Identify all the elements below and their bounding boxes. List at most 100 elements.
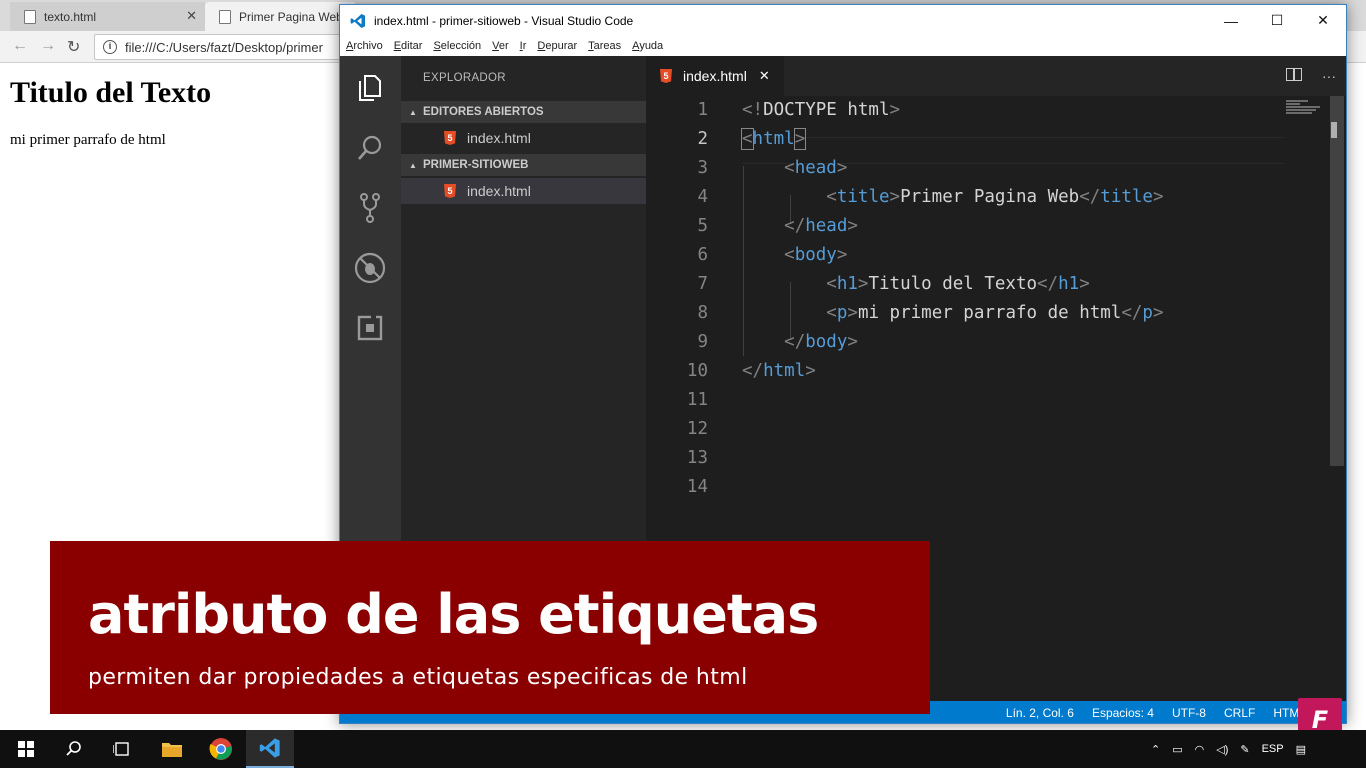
chevron-up-icon[interactable]: ⌃ [1151,743,1160,756]
browser-tab-texto[interactable]: texto.html ✕ [10,2,205,31]
system-tray: ⌃ ▭ ◠ ◁) ✎ ESP ▤ [1151,730,1366,768]
explorer-title: EXPLORADOR [423,72,506,84]
editor-tab-index-html[interactable]: 5 index.html ✕ [646,56,784,96]
line-number: 7 [697,274,708,294]
code-token: h1 [836,274,858,294]
vscode-titlebar: index.html - primer-sitioweb - Visual St… [340,5,1346,36]
section-label: PRIMER-SITIOWEB [423,159,529,171]
menu-seleccion[interactable]: Selección [433,40,481,52]
minimize-icon[interactable]: — [1208,5,1254,36]
code-token: Titulo del Texto [868,274,1038,294]
code-token: head [794,158,837,178]
close-window-icon[interactable]: ✕ [1300,5,1346,36]
maximize-icon[interactable]: ☐ [1254,5,1300,36]
code-token: p [1142,303,1153,323]
line-number: 11 [686,390,708,410]
page-paragraph: mi primer parrafo de html [10,132,166,148]
line-number: 12 [686,419,708,439]
page-icon [219,9,231,24]
open-editor-index-html[interactable]: 5 index.html [401,125,646,151]
line-number: 4 [697,187,708,207]
eol-status[interactable]: CRLF [1224,706,1255,720]
close-tab-icon[interactable]: ✕ [186,8,197,24]
menu-depurar[interactable]: Depurar [537,40,577,52]
pen-icon[interactable]: ✎ [1240,743,1249,756]
encoding-status[interactable]: UTF-8 [1172,706,1206,720]
debug-icon[interactable] [354,252,386,284]
vertical-scrollbar[interactable] [1330,96,1344,466]
file-index-html[interactable]: 5 index.html [401,178,646,204]
back-arrow-icon[interactable]: ← [12,37,28,55]
input-language[interactable]: ESP [1262,743,1284,755]
start-windows-icon[interactable] [2,730,50,768]
html5-icon: 5 [444,131,456,145]
code-line: <p>mi primer parrafo de html</p> [826,303,1164,323]
code-token: head [805,216,848,236]
code-token: html [763,361,806,381]
more-actions-icon[interactable]: ··· [1322,68,1336,84]
code-line: <body> [784,245,848,265]
minimap[interactable] [1286,100,1326,118]
tab-label: Primer Pagina Web [239,9,343,24]
code-token: html [752,129,795,149]
code-token: DOCTYPE html [763,100,890,120]
cursor-position[interactable]: Lín. 2, Col. 6 [1006,706,1074,720]
close-tab-icon[interactable]: ✕ [759,68,770,84]
code-line: <title>Primer Pagina Web</title> [826,187,1164,207]
editor-tab-label: index.html [683,68,747,84]
collapse-triangle-icon: ▲ [409,160,417,170]
file-explorer-icon[interactable] [148,730,196,768]
code-token: p [836,303,848,323]
menu-editar[interactable]: Editar [394,40,423,52]
code-token: h1 [1058,274,1080,294]
split-editor-icon[interactable] [1286,68,1302,81]
overlay-subtitle: permiten dar propiedades a etiquetas esp… [88,665,748,690]
line-number: 6 [697,245,708,265]
menu-archivo[interactable]: Archivo [346,40,383,52]
code-token: title [1100,187,1153,207]
search-icon[interactable] [50,730,98,768]
volume-icon[interactable]: ◁) [1216,743,1228,756]
source-control-icon[interactable] [354,192,386,224]
forward-arrow-icon[interactable]: → [40,37,56,55]
task-view-icon[interactable] [98,730,146,768]
html5-icon: 5 [444,184,456,198]
line-number: 5 [697,216,708,236]
line-number: 2 [697,129,708,149]
section-label: EDITORES ABIERTOS [423,106,544,118]
battery-icon[interactable]: ▭ [1172,743,1182,756]
wifi-icon[interactable]: ◠ [1195,743,1205,756]
section-open-editors[interactable]: ▲ EDITORES ABIERTOS [401,101,646,123]
section-primer-sitioweb[interactable]: ▲ PRIMER-SITIOWEB [401,154,646,176]
menubar: Archivo Editar Selección Ver Ir Depurar … [340,36,1346,56]
notifications-icon[interactable]: ▤ [1296,743,1306,756]
code-line: </html> [742,361,816,381]
line-number: 13 [686,448,708,468]
browser-tab-primer[interactable]: Primer Pagina Web [205,2,355,31]
overlay-title: atributo de las etiquetas [88,583,819,646]
video-lower-third: atributo de las etiquetas permiten dar p… [50,541,930,714]
indentation-status[interactable]: Espacios: 4 [1092,706,1154,720]
extensions-icon[interactable] [354,312,386,344]
menu-ver[interactable]: Ver [492,40,509,52]
code-token: body [805,332,848,352]
code-line: <h1>Titulo del Texto</h1> [826,274,1090,294]
chrome-icon[interactable] [197,730,245,768]
window-title: index.html - primer-sitioweb - Visual St… [374,13,634,28]
windows-taskbar: ⌃ ▭ ◠ ◁) ✎ ESP ▤ [0,730,1366,768]
scrollbar-cursor-marker [1331,122,1337,138]
menu-ayuda[interactable]: Ayuda [632,40,663,52]
line-number: 9 [697,332,708,352]
line-number: 3 [697,158,708,178]
explorer-icon[interactable] [354,72,386,104]
info-icon[interactable]: i [103,40,117,54]
line-number: 1 [697,100,708,120]
code-token: Primer Pagina Web [900,187,1080,207]
line-number: 10 [686,361,708,381]
search-icon[interactable] [354,132,386,164]
menu-tareas[interactable]: Tareas [588,40,621,52]
vscode-taskbar-icon[interactable] [246,730,294,768]
code-line: </head> [784,216,858,236]
reload-icon[interactable]: ↻ [67,37,80,57]
menu-ir[interactable]: Ir [520,40,527,52]
